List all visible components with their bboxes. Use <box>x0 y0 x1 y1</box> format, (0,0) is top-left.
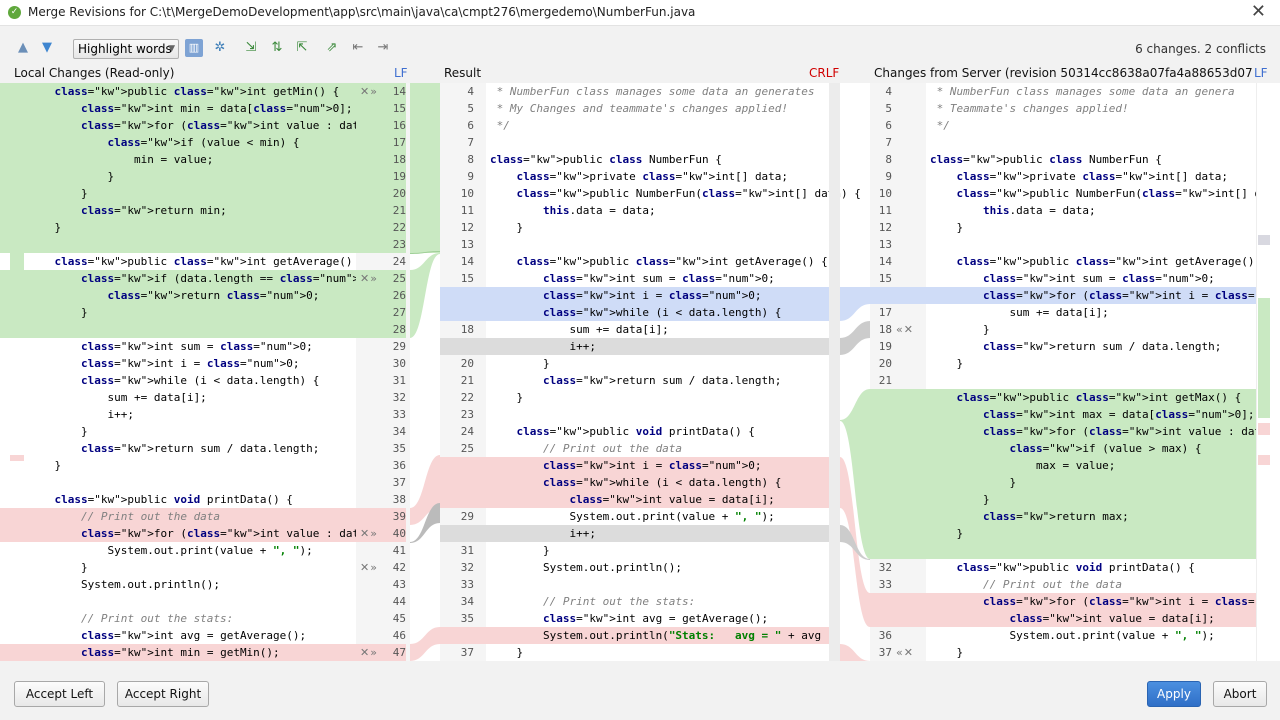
change-connectors <box>410 83 870 661</box>
toolbar: ▲ ▼ Highlight words ▼ ▥ ✲ ⇲ ⇅ ⇱ ⇗ ⇤ ⇥ 6 c… <box>0 36 1280 64</box>
left-marker-red <box>10 455 24 461</box>
left-line-separator[interactable]: LF <box>394 66 408 80</box>
left-marker-green <box>10 203 24 278</box>
connector-band <box>840 644 870 661</box>
window-title: Merge Revisions for C:\t\MergeDemoDevelo… <box>28 5 696 19</box>
apply-right-nonconflicting-icon[interactable]: ⇱ <box>293 39 311 57</box>
abort-button[interactable]: Abort <box>1213 681 1267 707</box>
accept-right-button[interactable]: Accept Right <box>117 681 209 707</box>
chevron-down-icon: ▼ <box>168 44 175 54</box>
connector-band <box>840 287 870 321</box>
merge-editor: class="kw">public class="kw">int getMin(… <box>0 83 1280 661</box>
columns-icon[interactable]: ▥ <box>185 39 203 57</box>
apply-all-nonconflicting-icon[interactable]: ⇅ <box>268 39 286 57</box>
left-panel-title: Local Changes (Read-only) <box>14 66 175 80</box>
left-marker-green <box>10 305 24 337</box>
highlight-mode-value: Highlight words <box>78 42 172 56</box>
app-icon: ✓ <box>8 6 21 19</box>
marker-green <box>1258 298 1270 418</box>
close-icon[interactable]: ✕ <box>1251 1 1266 22</box>
right-panel-title: Changes from Server (revision 50314cc863… <box>874 66 1252 80</box>
center-line-separator[interactable]: CRLF <box>809 66 839 80</box>
collapse-icon[interactable]: ⇤ <box>349 39 367 57</box>
right-line-separator[interactable]: LF <box>1254 66 1268 80</box>
accept-left-button[interactable]: Accept Left <box>14 681 105 707</box>
connector-band <box>410 253 440 338</box>
left-marker-red <box>10 515 24 525</box>
magic-resolve-icon[interactable]: ⇗ <box>323 39 341 57</box>
settings-gear-icon[interactable]: ✲ <box>211 39 229 57</box>
apply-left-nonconflicting-icon[interactable]: ⇲ <box>242 39 260 57</box>
marker-red <box>1258 423 1270 435</box>
connector-band <box>410 83 440 253</box>
apply-button[interactable]: Apply <box>1147 681 1201 707</box>
changes-status: 6 changes. 2 conflicts <box>1135 42 1266 56</box>
marker-blue <box>1258 235 1270 245</box>
marker-red <box>1258 455 1270 465</box>
previous-change-icon[interactable]: ▲ <box>14 39 32 57</box>
next-change-icon[interactable]: ▼ <box>38 39 56 57</box>
highlight-mode-dropdown[interactable]: Highlight words ▼ <box>73 39 179 59</box>
connector-line <box>840 321 870 355</box>
center-panel-title: Result <box>444 66 482 80</box>
title-bar: ✓ Merge Revisions for C:\t\MergeDemoDeve… <box>0 0 1280 26</box>
connector-band <box>410 627 440 661</box>
expand-icon[interactable]: ⇥ <box>374 39 392 57</box>
